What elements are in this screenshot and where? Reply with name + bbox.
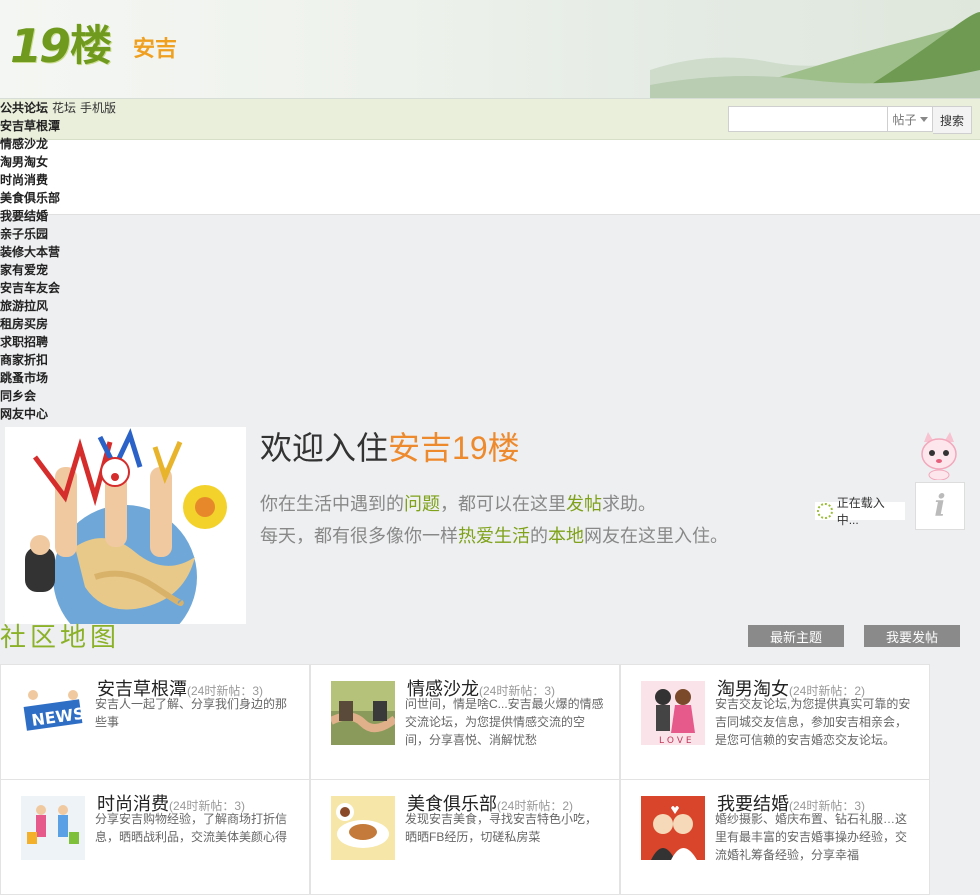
menu-item[interactable]: 亲子乐园 — [0, 225, 70, 243]
text: 每天，都有很多像你一样 — [260, 526, 458, 546]
forum-desc: 安吉交友论坛,为您提供真实可靠的安吉同城交友信息，参加安吉相亲会，是您可信赖的安… — [715, 697, 911, 747]
menu-item[interactable]: 同乡会 — [0, 387, 70, 405]
forum-card[interactable]: 我要结婚(24时新帖：3) 婚纱摄影、婚庆布置、钻石礼服…这里有最丰富的安吉婚事… — [620, 779, 930, 895]
forum-desc: 安吉人一起了解、分享我们身边的那些事 — [95, 697, 288, 729]
search-type-select[interactable]: 帖子 — [888, 106, 933, 132]
menu-item[interactable]: 家有爱宠 — [0, 261, 70, 279]
menu-item[interactable]: 安吉车友会 — [0, 279, 70, 297]
site-logo[interactable]: 19 楼 — [10, 19, 113, 73]
city-name: 安吉 — [133, 36, 178, 61]
top-links: 公共论坛 花坛 手机版 — [0, 101, 120, 115]
forum-desc: 分享安吉购物经验，了解商场打折信息，晒晒战利品，交流美体美颜心得 — [95, 812, 288, 844]
welcome-line-1: 你在生活中遇到的问题，都可以在这里发帖求助。 — [260, 490, 656, 516]
text: ，都可以在这里 — [440, 494, 566, 514]
menu-item[interactable]: 时尚消费 — [0, 171, 70, 189]
loading-text: 正在载入中... — [836, 496, 885, 527]
menu-item[interactable]: 旅游拉风 — [0, 297, 70, 315]
logo-number: 19 — [10, 19, 71, 73]
menu-item[interactable]: 情感沙龙 — [0, 135, 70, 153]
menu-item[interactable]: 租房买房 — [0, 315, 70, 333]
menu-item[interactable]: 装修大本营 — [0, 243, 70, 261]
community-map-title: 社区地图 — [0, 622, 121, 652]
landscape-banner — [650, 12, 980, 98]
highlight-question: 问题 — [404, 494, 440, 514]
search-bar: 帖子 搜索 — [728, 106, 972, 134]
menu-item[interactable]: 商家折扣 — [0, 351, 70, 369]
welcome-title-prefix: 欢迎入住 — [260, 430, 389, 466]
mobile-link[interactable]: 手机版 — [80, 101, 116, 115]
welcome-title-site: 安吉19楼 — [388, 430, 520, 466]
holding-hands-icon — [331, 681, 395, 745]
search-button[interactable]: 搜索 — [933, 106, 972, 134]
public-forum-link[interactable]: 公共论坛 — [0, 101, 48, 115]
menu-item[interactable]: 跳蚤市场 — [0, 369, 70, 387]
menu-item[interactable]: 美食俱乐部 — [0, 189, 70, 207]
welcome-image — [5, 427, 246, 624]
spinner-icon — [817, 503, 833, 519]
couple-icon: L O V E — [641, 681, 705, 745]
menu-item[interactable]: 我要结婚 — [0, 207, 70, 225]
text: 求助。 — [602, 494, 656, 514]
forum-menu: 安吉草根潭 情感沙龙 淘男淘女 时尚消费 美食俱乐部 我要结婚 亲子乐园 装修大… — [0, 117, 70, 423]
highlight-love-life: 热爱生活 — [458, 526, 530, 546]
search-input[interactable] — [728, 106, 888, 132]
menu-item[interactable]: 淘男淘女 — [0, 153, 70, 171]
logo-char: 楼 — [70, 21, 113, 70]
site-header: 19 楼 安吉 — [0, 0, 980, 99]
huatan-link[interactable]: 花坛 — [52, 101, 76, 115]
chevron-down-icon — [919, 116, 928, 122]
menu-item[interactable]: 求职招聘 — [0, 333, 70, 351]
text: 网友在这里入住。 — [584, 526, 728, 546]
menu-item[interactable]: 网友中心 — [0, 405, 70, 423]
svg-text:L O V E: L O V E — [659, 736, 692, 745]
forum-card[interactable]: 美食俱乐部(24时新帖：2) 发现安吉美食，寻找安吉特色小吃，晒晒FB经历，切磋… — [310, 779, 620, 895]
news-icon: NEWS — [21, 681, 85, 745]
cat-mascot-icon[interactable] — [918, 432, 960, 480]
food-icon — [331, 796, 395, 860]
text: 的 — [530, 526, 548, 546]
text: 你在生活中遇到的 — [260, 494, 404, 514]
latest-topics-button[interactable]: 最新主题 — [748, 625, 844, 647]
highlight-post: 发帖 — [566, 494, 602, 514]
menu-item[interactable]: 安吉草根潭 — [0, 117, 70, 135]
forum-desc: 问世间，情是啥C...安吉最火爆的情感交流论坛，为您提供情感交流的空间，分享喜悦… — [405, 697, 604, 747]
forum-card[interactable]: 情感沙龙(24时新帖：3) 问世间，情是啥C...安吉最火爆的情感交流论坛，为您… — [310, 664, 620, 780]
forum-desc: 婚纱摄影、婚庆布置、钻石礼服…这里有最丰富的安吉婚事操办经验，交流婚礼筹备经验，… — [715, 812, 908, 862]
search-type-label: 帖子 — [892, 112, 917, 127]
content-band — [0, 140, 980, 215]
forum-card[interactable]: 时尚消费(24时新帖：3) 分享安吉购物经验，了解商场打折信息，晒晒战利品，交流… — [0, 779, 310, 895]
new-post-button[interactable]: 我要发帖 — [864, 625, 960, 647]
info-icon[interactable]: i — [915, 482, 965, 530]
loading-indicator: 正在载入中... — [815, 496, 905, 527]
welcome-title: 欢迎入住安吉19楼 — [260, 428, 520, 468]
shopping-icon — [21, 796, 85, 860]
forum-card[interactable]: L O V E 淘男淘女(24时新帖：2) 安吉交友论坛,为您提供真实可靠的安吉… — [620, 664, 930, 780]
forum-desc: 发现安吉美食，寻找安吉特色小吃，晒晒FB经历，切磋私房菜 — [405, 812, 598, 844]
wedding-icon — [641, 796, 705, 860]
forum-card[interactable]: NEWS 安吉草根潭(24时新帖：3) 安吉人一起了解、分享我们身边的那些事 — [0, 664, 310, 780]
highlight-local: 本地 — [548, 526, 584, 546]
welcome-line-2: 每天，都有很多像你一样热爱生活的本地网友在这里入住。 — [260, 522, 728, 548]
